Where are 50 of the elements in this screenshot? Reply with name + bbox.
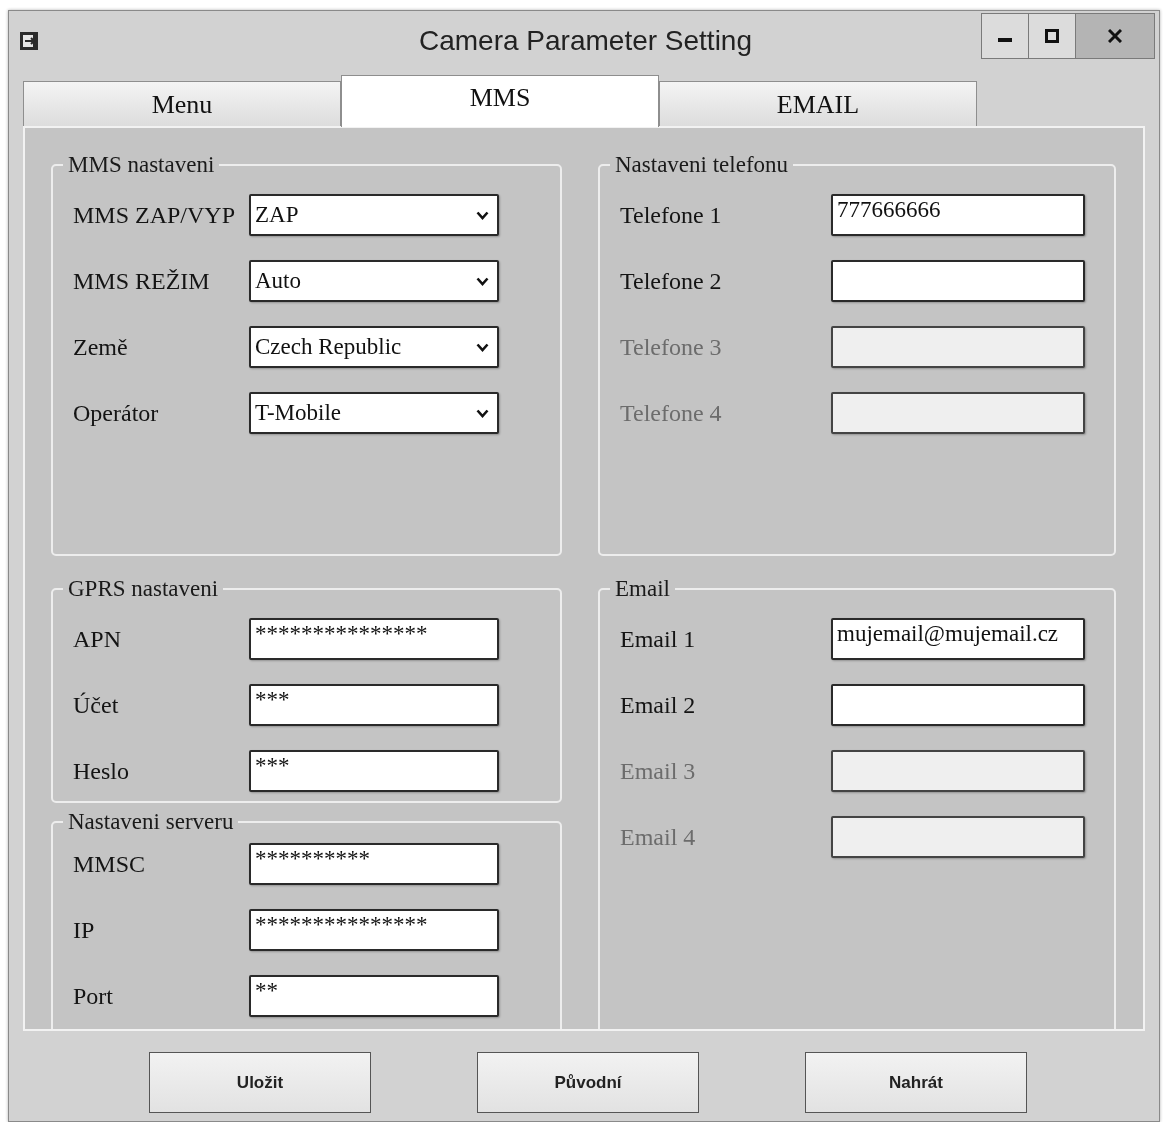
field-label: Heslo (73, 757, 130, 786)
tab[interactable]: MMS (341, 75, 659, 127)
field-label: Účet (73, 691, 120, 720)
tab[interactable]: EMAIL (659, 81, 977, 127)
field-label: Telefone 3 (620, 333, 723, 362)
field-label: MMS ZAP/VYP (73, 201, 237, 230)
text-field[interactable]: 777666666 (831, 194, 1085, 236)
maximize-button[interactable] (1028, 13, 1076, 59)
text-field[interactable] (831, 260, 1085, 302)
dropdown[interactable]: ZAP (249, 194, 499, 236)
app-icon (19, 31, 39, 51)
dropdown[interactable]: T-Mobile (249, 392, 499, 434)
field-label: MMSC (73, 850, 147, 879)
text-field[interactable]: *************** (249, 618, 499, 660)
close-button[interactable] (1075, 13, 1155, 59)
dialog-button[interactable]: Uložit (149, 1052, 371, 1113)
text-field[interactable]: mujemail@mujemail.cz (831, 618, 1085, 660)
text-field[interactable]: ********** (249, 843, 499, 885)
minimize-icon (998, 38, 1012, 42)
chevron-down-icon (476, 210, 489, 220)
text-field[interactable] (831, 684, 1085, 726)
text-field[interactable]: ** (249, 975, 499, 1017)
text-field[interactable]: *** (249, 750, 499, 792)
minimize-button[interactable] (981, 13, 1029, 59)
field-label: Port (73, 982, 114, 1011)
dialog-button[interactable]: Nahrát (805, 1052, 1027, 1113)
dropdown[interactable]: Czech Republic (249, 326, 499, 368)
field-label: MMS REŽIM (73, 267, 211, 296)
chevron-down-icon (476, 276, 489, 286)
maximize-icon (1045, 29, 1059, 43)
field-label: Telefone 2 (620, 267, 723, 296)
close-icon (1108, 29, 1122, 43)
field-label: APN (73, 625, 122, 654)
dialog-button[interactable]: Původní (477, 1052, 699, 1113)
text-field[interactable]: *** (249, 684, 499, 726)
field-label: Email 4 (620, 823, 697, 852)
field-label: IP (73, 916, 96, 945)
text-field[interactable]: *************** (249, 909, 499, 951)
field-label: Telefone 1 (620, 201, 723, 230)
field-label: Telefone 4 (620, 399, 723, 428)
field-label: Email 2 (620, 691, 697, 720)
field-label: Země (73, 333, 129, 362)
chevron-down-icon (476, 408, 489, 418)
field-label: Email 3 (620, 757, 697, 786)
tab[interactable]: Menu (23, 81, 341, 127)
field-label: Email 1 (620, 625, 697, 654)
window-title: Camera Parameter Setting (417, 24, 753, 58)
field-label: Operátor (73, 399, 160, 428)
chevron-down-icon (476, 342, 489, 352)
dropdown[interactable]: Auto (249, 260, 499, 302)
